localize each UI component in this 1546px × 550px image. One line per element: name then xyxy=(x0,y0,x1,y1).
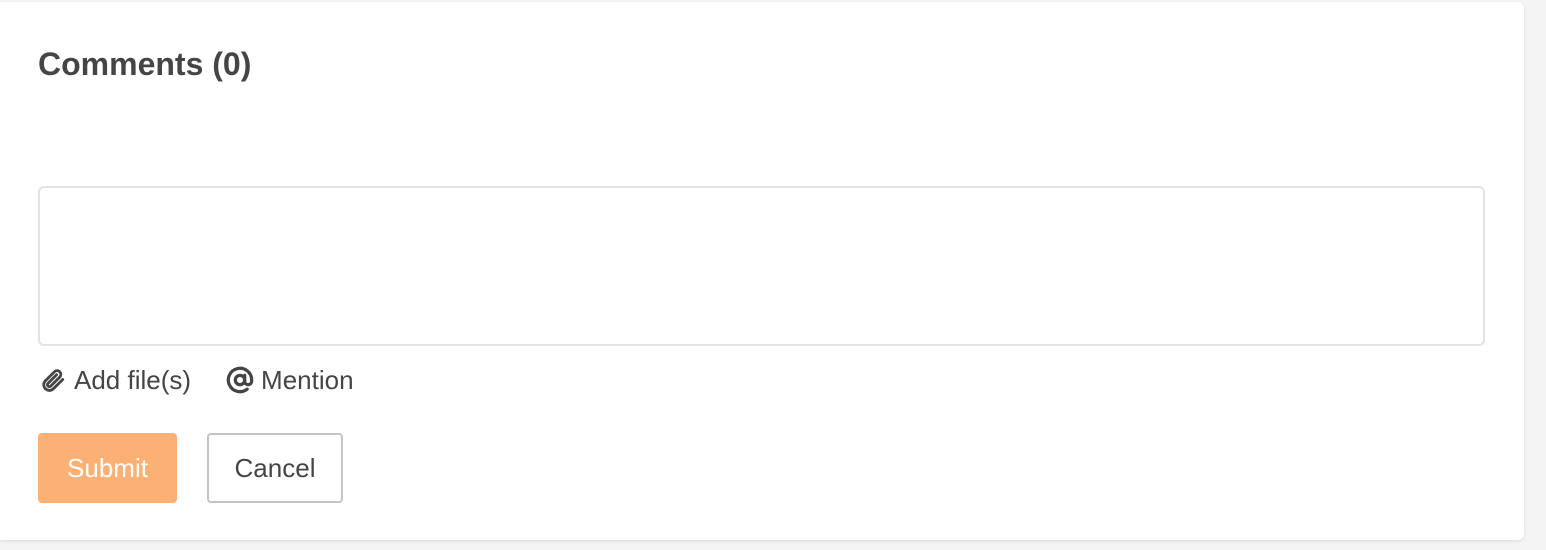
comments-title: Comments (0) xyxy=(38,46,252,82)
comment-input[interactable] xyxy=(38,186,1485,346)
mention-label: Mention xyxy=(261,364,354,395)
cancel-button[interactable]: Cancel xyxy=(207,433,343,503)
mention-button[interactable]: Mention xyxy=(225,365,354,396)
paperclip-icon xyxy=(38,365,68,395)
at-sign-icon xyxy=(225,365,255,395)
add-files-button[interactable]: Add file(s) xyxy=(38,365,191,396)
submit-button[interactable]: Submit xyxy=(38,433,177,503)
comment-tools: Add file(s) Mention xyxy=(38,362,354,398)
comments-card: Comments (0) Add file(s) Mention Submit … xyxy=(0,2,1524,540)
add-files-label: Add file(s) xyxy=(74,364,192,395)
